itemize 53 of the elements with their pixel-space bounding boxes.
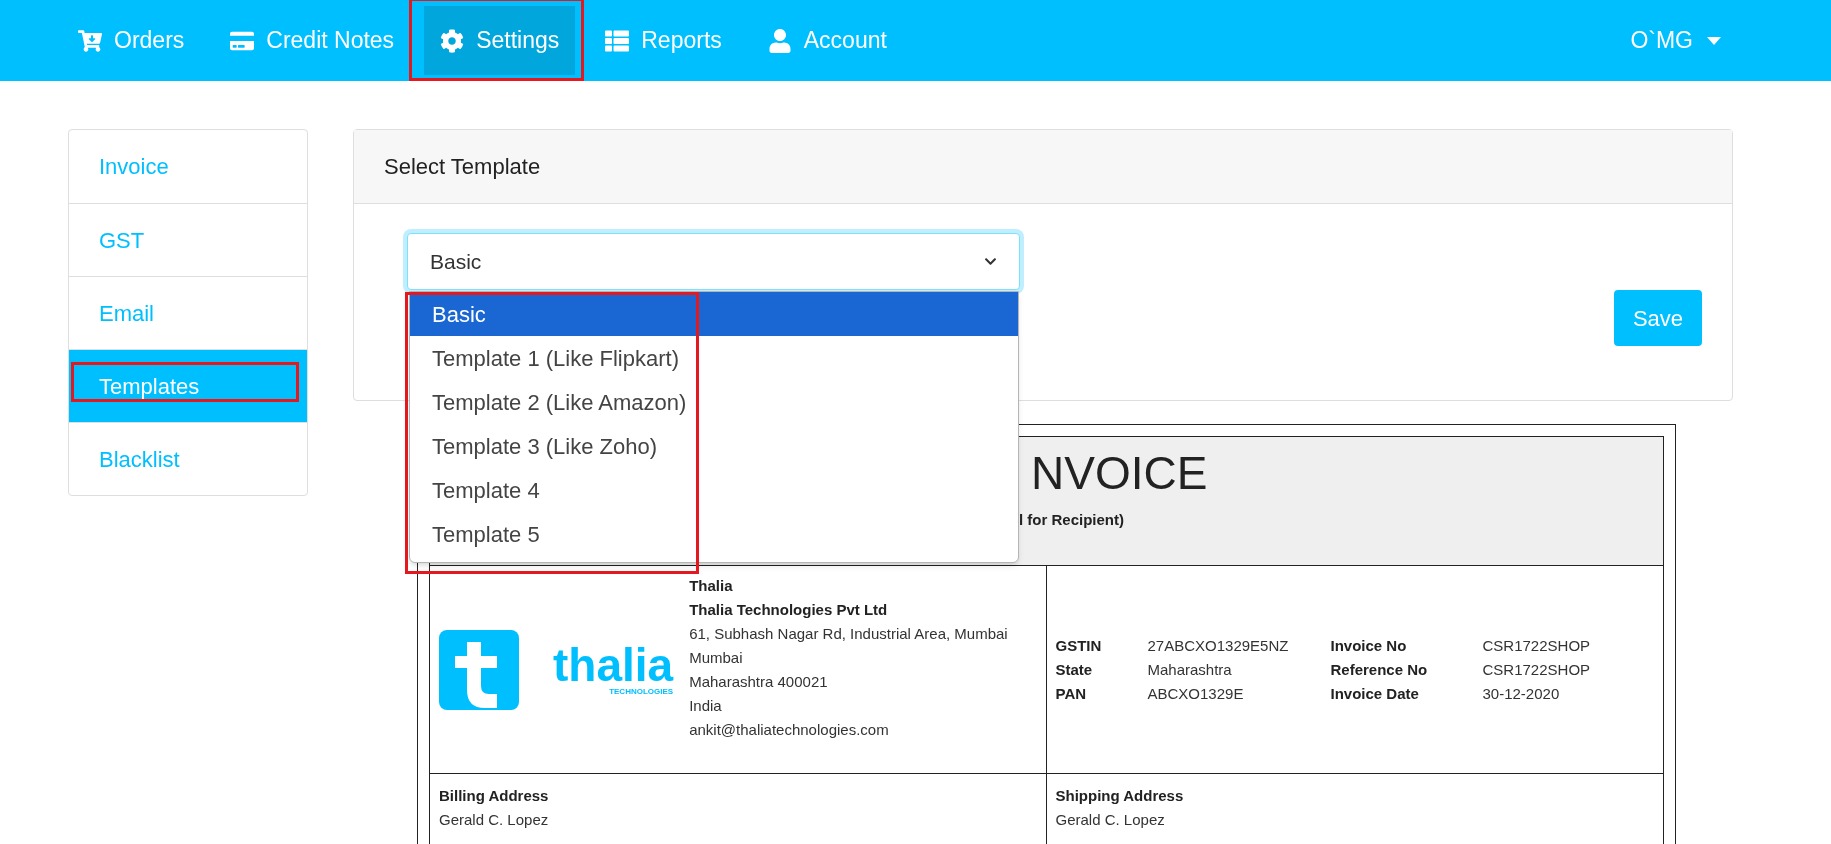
address-heading: Billing Address [439,786,550,806]
sidebar-item[interactable]: Templates [69,349,307,422]
company-line: Mumbai [689,648,744,668]
user-icon [767,28,792,53]
sidebar-item[interactable]: Blacklist [69,422,307,495]
chevron-icon [984,255,997,268]
dropdown-option[interactable]: Template 3 (Like Zoho) [410,424,1018,468]
address-name: Gerald C. Lopez [1055,810,1166,830]
sidebar-item[interactable]: Invoice [69,130,307,203]
dropdown-option[interactable]: Template 5 [410,512,1018,556]
dropdown-option[interactable]: Template 4 [410,468,1018,512]
caret-icon [1707,36,1721,45]
settings-icon [440,28,465,53]
logo-tagline: TECHNOLOGIES [609,686,674,697]
detail-value: CSR1722SHOP [1482,659,1592,680]
save-button[interactable]: Save [1614,290,1702,346]
detail-label: Invoice Date [1330,683,1420,704]
logo-wordmark: thalia [553,642,674,687]
detail-value: Maharashtra [1147,659,1233,680]
invoice-subtitle: l for Recipient) [1019,510,1125,530]
detail-value: ABCXO1329E [1147,683,1245,704]
detail-label: Invoice No [1330,635,1408,656]
detail-label: Reference No [1330,659,1429,680]
address-heading: Shipping Address [1055,786,1185,806]
detail-value: 27ABCXO1329E5NZ [1147,635,1290,656]
card-title: Select Template [384,153,541,181]
template-select[interactable]: Basic [407,233,1020,290]
detail-value: 30-12-2020 [1482,683,1561,704]
company-line: ankit@thaliatechnologies.com [689,720,890,740]
company-line: India [689,696,723,716]
company-line: Thalia Technologies Pvt Ltd [689,600,889,620]
nav-link[interactable]: Credit Notes [214,6,411,75]
detail-label: PAN [1055,683,1088,704]
cart-icon [78,28,102,53]
nav-link[interactable]: Orders [62,6,201,75]
invoice-title: NVOICE [1030,446,1209,501]
nav-link[interactable]: Reports [589,6,738,75]
detail-label: State [1055,659,1094,680]
dropdown-option[interactable]: Template 1 (Like Flipkart) [410,336,1018,380]
nav-link[interactable]: Account [751,6,903,75]
list-icon [605,28,630,53]
company-line: Maharashtra 400021 [689,672,829,692]
nav-link[interactable]: Settings [424,6,576,75]
company-line: Thalia [689,576,734,596]
detail-label: GSTIN [1055,635,1103,656]
logo-icon [439,629,519,710]
dropdown-option[interactable]: Template 2 (Like Amazon) [410,380,1018,424]
dropdown-option[interactable]: Basic [410,292,1018,336]
user-menu[interactable]: O`MG [1630,23,1721,58]
sidebar-item[interactable]: GST [69,203,307,276]
address-name: Gerald C. Lopez [439,810,550,830]
company-line: 61, Subhash Nagar Rd, Industrial Area, Mumbai [689,624,1008,644]
detail-value: CSR1722SHOP [1482,635,1592,656]
